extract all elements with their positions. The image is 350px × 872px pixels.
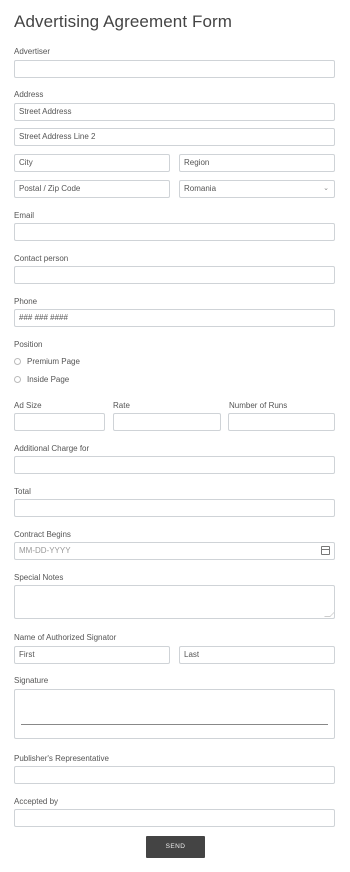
form-container: Advertising Agreement Form Advertiser Ad… bbox=[0, 0, 350, 872]
street-address-line2-input[interactable]: Street Address Line 2 bbox=[14, 128, 335, 146]
email-label: Email bbox=[14, 211, 35, 220]
contact-person-label: Contact person bbox=[14, 254, 69, 263]
phone-input[interactable]: ### ### #### bbox=[14, 309, 335, 327]
street-address-input[interactable]: Street Address bbox=[14, 103, 335, 121]
publisher-representative-label: Publisher's Representative bbox=[14, 754, 109, 763]
table-header-ad-size: Ad Size bbox=[14, 401, 42, 410]
email-input[interactable] bbox=[14, 223, 335, 241]
contract-begins-date-input[interactable]: MM-DD-YYYY bbox=[14, 542, 335, 560]
radio-circle-icon[interactable] bbox=[14, 376, 21, 383]
number-of-runs-cell-input[interactable] bbox=[228, 413, 335, 431]
phone-label: Phone bbox=[14, 297, 38, 306]
date-placeholder: MM-DD-YYYY bbox=[19, 546, 71, 555]
form-title: Advertising Agreement Form bbox=[14, 12, 233, 31]
contact-person-input[interactable] bbox=[14, 266, 335, 284]
additional-charge-input[interactable] bbox=[14, 456, 335, 474]
region-input[interactable]: Region bbox=[179, 154, 335, 172]
additional-charge-label: Additional Charge for bbox=[14, 444, 90, 453]
advertiser-input[interactable] bbox=[14, 60, 335, 78]
accepted-by-input[interactable] bbox=[14, 809, 335, 827]
publisher-representative-input[interactable] bbox=[14, 766, 335, 784]
postal-code-input[interactable]: Postal / Zip Code bbox=[14, 180, 170, 198]
chevron-down-icon: ⌄ bbox=[323, 185, 329, 192]
total-input[interactable] bbox=[14, 499, 335, 517]
table-header-number-of-runs: Number of Runs bbox=[229, 401, 288, 410]
address-label: Address bbox=[14, 90, 44, 99]
country-select[interactable]: Romania ⌄ bbox=[179, 180, 335, 198]
accepted-by-label: Accepted by bbox=[14, 797, 59, 806]
city-input[interactable]: City bbox=[14, 154, 170, 172]
position-label: Position bbox=[14, 340, 43, 349]
resize-handle-icon[interactable] bbox=[324, 611, 334, 617]
position-option-premium[interactable]: Premium Page bbox=[14, 357, 80, 366]
signator-label: Name of Authorized Signator bbox=[14, 633, 117, 642]
send-button[interactable]: SEND bbox=[146, 836, 205, 858]
radio-circle-icon[interactable] bbox=[14, 358, 21, 365]
position-option-label: Inside Page bbox=[27, 375, 70, 384]
calendar-icon[interactable] bbox=[321, 546, 330, 555]
total-label: Total bbox=[14, 487, 31, 496]
position-option-inside[interactable]: Inside Page bbox=[14, 375, 69, 384]
signature-line bbox=[21, 724, 328, 725]
table-header-rate: Rate bbox=[113, 401, 130, 410]
special-notes-textarea[interactable] bbox=[14, 585, 335, 619]
signator-last-name-input[interactable]: Last bbox=[179, 646, 335, 664]
country-select-value: Romania bbox=[184, 184, 217, 193]
rate-cell-input[interactable] bbox=[113, 413, 221, 431]
signator-first-name-input[interactable]: First bbox=[14, 646, 170, 664]
advertiser-label: Advertiser bbox=[14, 47, 51, 56]
signature-pad[interactable] bbox=[14, 689, 335, 739]
ad-size-cell-input[interactable] bbox=[14, 413, 105, 431]
special-notes-label: Special Notes bbox=[14, 573, 64, 582]
contract-begins-label: Contract Begins bbox=[14, 530, 71, 539]
position-option-label: Premium Page bbox=[27, 357, 80, 366]
signature-label: Signature bbox=[14, 676, 49, 685]
